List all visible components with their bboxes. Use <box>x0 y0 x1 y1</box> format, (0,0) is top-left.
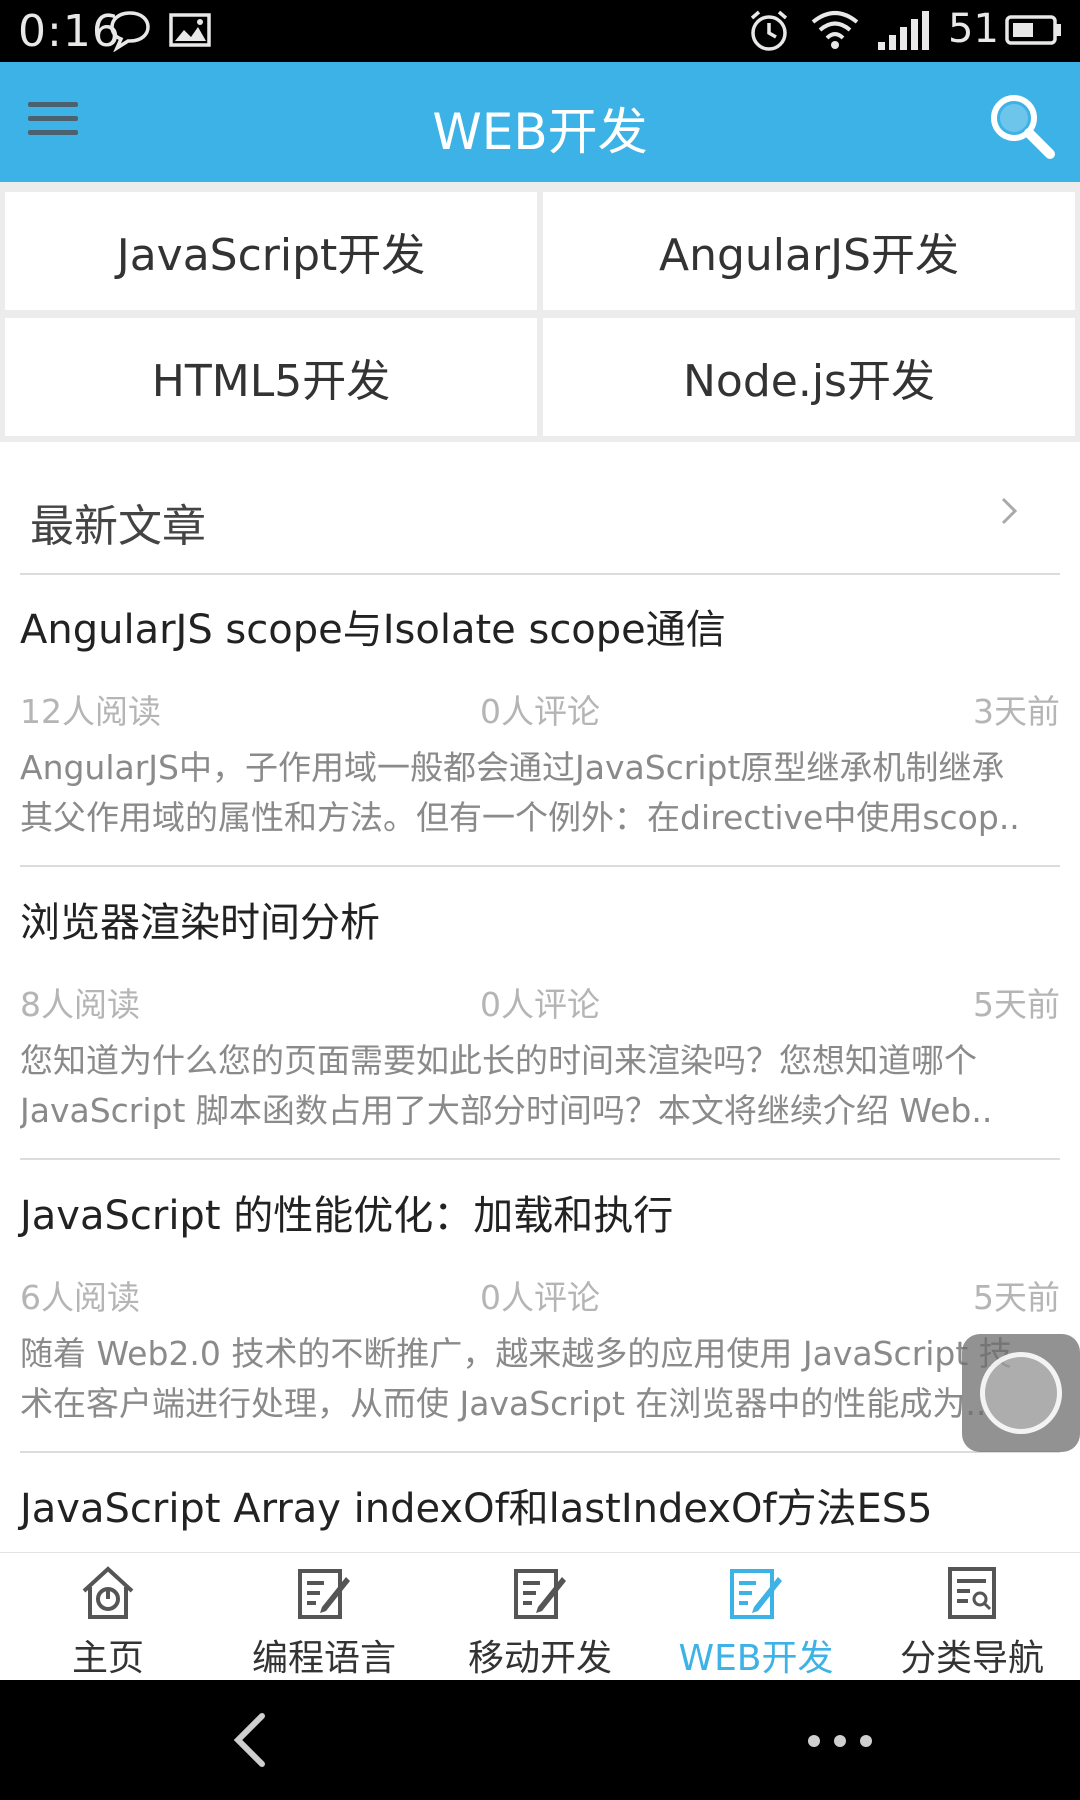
article-summary-line: JavaScript 脚本函数占用了大部分时间吗？本文将继续介绍 Web.. <box>20 1091 993 1130</box>
article-summary-line: AngularJS中，子作用域一般都会通过JavaScript原型继承机制继承 <box>20 748 1005 787</box>
home-icon <box>82 1566 134 1619</box>
section-title: 最新文章 <box>30 501 206 552</box>
article-title: JavaScript Array indexOf和lastIndexOf方法ES… <box>20 1486 933 1532</box>
nav-item-web[interactable]: WEB开发 <box>648 1553 864 1681</box>
article-comments: 0人评论 <box>480 692 600 731</box>
back-icon[interactable] <box>222 1710 282 1770</box>
edit-note-icon <box>514 1569 566 1619</box>
chat-bubble-icon <box>110 11 150 52</box>
image-icon <box>169 13 211 47</box>
nav-label: 编程语言 <box>251 1638 396 1679</box>
article-item[interactable]: JavaScript 的性能优化：加载和执行 6人阅读 0人评论 5天前 随着 … <box>20 1161 1060 1453</box>
battery-icon <box>1005 15 1061 45</box>
category-grid: JavaScript开发 AngularJS开发 HTML5开发 Node.js… <box>0 182 1080 442</box>
search-icon[interactable] <box>984 88 1060 164</box>
article-item[interactable]: 浏览器渲染时间分析 8人阅读 0人评论 5天前 您知道为什么您的页面需要如此长的… <box>20 868 1060 1160</box>
category-list-icon <box>948 1567 996 1619</box>
more-options-icon[interactable] <box>800 1726 880 1756</box>
article-title: 浏览器渲染时间分析 <box>20 900 380 946</box>
article-title: AngularJS scope与Isolate scope通信 <box>20 607 726 653</box>
article-summary: 您知道为什么您的页面需要如此长的时间来渲染吗？您想知道哪个 JavaScript… <box>20 1036 1060 1136</box>
status-bar: 0:16 51 <box>0 0 1080 62</box>
article-comments: 0人评论 <box>480 1278 600 1317</box>
article-summary-line: 随着 Web2.0 技术的不断推广，越来越多的应用使用 JavaScript 技 <box>20 1334 1012 1373</box>
latest-articles-header[interactable]: 最新文章 <box>20 442 1060 575</box>
category-nodejs[interactable]: Node.js开发 <box>543 318 1075 436</box>
article-summary-line: 您知道为什么您的页面需要如此长的时间来渲染吗？您想知道哪个 <box>20 1041 977 1080</box>
system-nav-bar <box>0 1680 1080 1800</box>
nav-item-mobile[interactable]: 移动开发 <box>432 1553 648 1681</box>
nav-item-categories[interactable]: 分类导航 <box>864 1553 1080 1681</box>
chevron-right-icon <box>1001 497 1018 525</box>
nav-label: 移动开发 <box>467 1638 612 1679</box>
status-time: 0:16 <box>18 6 121 57</box>
edit-note-icon <box>730 1569 782 1619</box>
nav-item-programming[interactable]: 编程语言 <box>216 1553 432 1681</box>
article-summary: 随着 Web2.0 技术的不断推广，越来越多的应用使用 JavaScript 技… <box>20 1329 1060 1429</box>
nav-item-home[interactable]: 主页 <box>0 1553 216 1681</box>
page-title: WEB开发 <box>432 103 648 161</box>
bottom-navigation: 主页 编程语言 移动开发 WEB开发 分类导航 <box>0 1552 1080 1680</box>
article-summary: AngularJS中，子作用域一般都会通过JavaScript原型继承机制继承 … <box>20 743 1060 843</box>
article-summary-line: 其父作用域的属性和方法。但有一个例外：在directive中使用scop.. <box>20 798 1020 837</box>
nav-label: 分类导航 <box>899 1638 1044 1679</box>
battery-level: 51 <box>948 6 999 52</box>
nav-label: 主页 <box>71 1638 144 1679</box>
article-age: 3天前 <box>973 692 1060 731</box>
article-title: JavaScript 的性能优化：加载和执行 <box>20 1193 674 1239</box>
floating-assistive-button[interactable] <box>962 1334 1080 1452</box>
nav-label: WEB开发 <box>678 1638 834 1679</box>
article-item[interactable]: AngularJS scope与Isolate scope通信 12人阅读 0人… <box>20 575 1060 867</box>
alarm-icon <box>750 10 788 51</box>
article-age: 5天前 <box>973 985 1060 1024</box>
signal-icon <box>878 11 929 50</box>
article-age: 5天前 <box>973 1278 1060 1317</box>
edit-note-icon <box>298 1569 350 1619</box>
app-bar: WEB开发 <box>0 62 1080 182</box>
category-javascript[interactable]: JavaScript开发 <box>5 192 537 310</box>
category-angularjs[interactable]: AngularJS开发 <box>543 192 1075 310</box>
article-item[interactable]: JavaScript Array indexOf和lastIndexOf方法ES… <box>20 1454 1060 1552</box>
assistive-ring-icon <box>980 1352 1062 1434</box>
article-summary-line: 术在客户端进行处理，从而使 JavaScript 在浏览器中的性能成为.. <box>20 1384 987 1423</box>
latest-articles-section: 最新文章 AngularJS scope与Isolate scope通信 12人… <box>0 442 1080 1552</box>
wifi-icon <box>811 11 859 49</box>
category-html5[interactable]: HTML5开发 <box>5 318 537 436</box>
article-comments: 0人评论 <box>480 985 600 1024</box>
